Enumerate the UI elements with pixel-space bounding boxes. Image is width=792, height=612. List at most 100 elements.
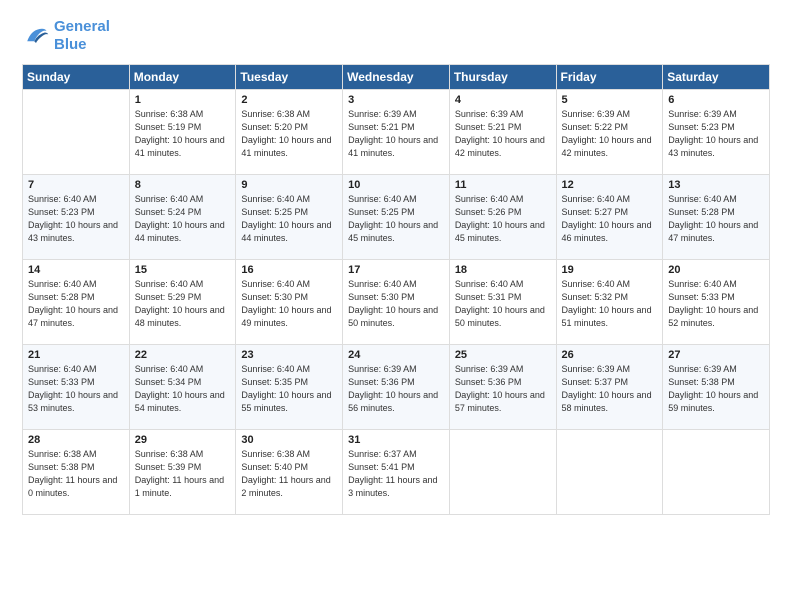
day-info: Sunrise: 6:40 AM Sunset: 5:30 PM Dayligh… [348, 278, 444, 330]
day-number: 12 [562, 179, 658, 191]
day-info: Sunrise: 6:39 AM Sunset: 5:23 PM Dayligh… [668, 108, 764, 160]
day-info: Sunrise: 6:39 AM Sunset: 5:38 PM Dayligh… [668, 363, 764, 415]
day-info: Sunrise: 6:37 AM Sunset: 5:41 PM Dayligh… [348, 448, 444, 500]
day-cell: 18 Sunrise: 6:40 AM Sunset: 5:31 PM Dayli… [449, 260, 556, 345]
day-info: Sunrise: 6:40 AM Sunset: 5:26 PM Dayligh… [455, 193, 551, 245]
day-number: 3 [348, 94, 444, 106]
week-row-3: 14 Sunrise: 6:40 AM Sunset: 5:28 PM Dayli… [23, 260, 770, 345]
day-number: 23 [241, 349, 337, 361]
day-info: Sunrise: 6:40 AM Sunset: 5:24 PM Dayligh… [135, 193, 231, 245]
day-info: Sunrise: 6:40 AM Sunset: 5:34 PM Dayligh… [135, 363, 231, 415]
day-number: 20 [668, 264, 764, 276]
day-info: Sunrise: 6:40 AM Sunset: 5:25 PM Dayligh… [348, 193, 444, 245]
day-number: 19 [562, 264, 658, 276]
day-number: 18 [455, 264, 551, 276]
day-cell: 14 Sunrise: 6:40 AM Sunset: 5:28 PM Dayli… [23, 260, 130, 345]
calendar-table: SundayMondayTuesdayWednesdayThursdayFrid… [22, 64, 770, 515]
day-cell: 22Sunrise: 6:40 AM Sunset: 5:34 PM Dayli… [129, 345, 236, 430]
day-number: 25 [455, 349, 551, 361]
day-cell: 26 Sunrise: 6:39 AM Sunset: 5:37 PM Dayli… [556, 345, 663, 430]
day-cell [23, 90, 130, 175]
day-number: 28 [28, 434, 124, 446]
header-cell-monday: Monday [129, 65, 236, 90]
day-cell: 3 Sunrise: 6:39 AM Sunset: 5:21 PM Daylig… [343, 90, 450, 175]
day-cell: 8Sunrise: 6:40 AM Sunset: 5:24 PM Daylig… [129, 175, 236, 260]
day-number: 2 [241, 94, 337, 106]
day-cell: 5 Sunrise: 6:39 AM Sunset: 5:22 PM Daylig… [556, 90, 663, 175]
day-cell [556, 430, 663, 515]
day-info: Sunrise: 6:39 AM Sunset: 5:21 PM Dayligh… [455, 108, 551, 160]
day-info: Sunrise: 6:40 AM Sunset: 5:25 PM Dayligh… [241, 193, 337, 245]
day-info: Sunrise: 6:40 AM Sunset: 5:28 PM Dayligh… [668, 193, 764, 245]
day-info: Sunrise: 6:39 AM Sunset: 5:37 PM Dayligh… [562, 363, 658, 415]
day-number: 5 [562, 94, 658, 106]
day-info: Sunrise: 6:39 AM Sunset: 5:36 PM Dayligh… [348, 363, 444, 415]
day-info: Sunrise: 6:39 AM Sunset: 5:22 PM Dayligh… [562, 108, 658, 160]
day-info: Sunrise: 6:40 AM Sunset: 5:28 PM Dayligh… [28, 278, 124, 330]
day-cell: 6 Sunrise: 6:39 AM Sunset: 5:23 PM Daylig… [663, 90, 770, 175]
day-number: 14 [28, 264, 124, 276]
day-cell: 15 Sunrise: 6:40 AM Sunset: 5:29 PM Dayli… [129, 260, 236, 345]
day-cell: 1 Sunrise: 6:38 AM Sunset: 5:19 PM Daylig… [129, 90, 236, 175]
day-cell: 29 Sunrise: 6:38 AM Sunset: 5:39 PM Dayli… [129, 430, 236, 515]
day-info: Sunrise: 6:40 AM Sunset: 5:27 PM Dayligh… [562, 193, 658, 245]
page-container: General Blue SundayMondayTuesdayWednesda… [0, 0, 792, 527]
header-cell-saturday: Saturday [663, 65, 770, 90]
day-cell: 13 Sunrise: 6:40 AM Sunset: 5:28 PM Dayli… [663, 175, 770, 260]
day-number: 31 [348, 434, 444, 446]
day-cell: 2 Sunrise: 6:38 AM Sunset: 5:20 PM Daylig… [236, 90, 343, 175]
header-cell-thursday: Thursday [449, 65, 556, 90]
day-info: Sunrise: 6:40 AM Sunset: 5:29 PM Dayligh… [135, 278, 231, 330]
day-cell: 27 Sunrise: 6:39 AM Sunset: 5:38 PM Dayli… [663, 345, 770, 430]
day-info: Sunrise: 6:40 AM Sunset: 5:31 PM Dayligh… [455, 278, 551, 330]
day-info: Sunrise: 6:38 AM Sunset: 5:40 PM Dayligh… [241, 448, 337, 500]
day-cell: 10 Sunrise: 6:40 AM Sunset: 5:25 PM Dayli… [343, 175, 450, 260]
day-cell [449, 430, 556, 515]
day-number: 11 [455, 179, 551, 191]
day-number: 16 [241, 264, 337, 276]
day-info: Sunrise: 6:38 AM Sunset: 5:20 PM Dayligh… [241, 108, 337, 160]
day-number: 9 [241, 179, 337, 191]
day-cell: 11 Sunrise: 6:40 AM Sunset: 5:26 PM Dayli… [449, 175, 556, 260]
day-number: 21 [28, 349, 124, 361]
day-info: Sunrise: 6:40 AM Sunset: 5:32 PM Dayligh… [562, 278, 658, 330]
day-number: 24 [348, 349, 444, 361]
day-number: 10 [348, 179, 444, 191]
week-row-2: 7Sunrise: 6:40 AM Sunset: 5:23 PM Daylig… [23, 175, 770, 260]
header-cell-tuesday: Tuesday [236, 65, 343, 90]
header-cell-sunday: Sunday [23, 65, 130, 90]
day-number: 7 [28, 179, 124, 191]
header-cell-wednesday: Wednesday [343, 65, 450, 90]
day-number: 30 [241, 434, 337, 446]
day-info: Sunrise: 6:38 AM Sunset: 5:39 PM Dayligh… [135, 448, 231, 500]
day-cell: 23 Sunrise: 6:40 AM Sunset: 5:35 PM Dayli… [236, 345, 343, 430]
day-cell: 12 Sunrise: 6:40 AM Sunset: 5:27 PM Dayli… [556, 175, 663, 260]
day-cell: 24 Sunrise: 6:39 AM Sunset: 5:36 PM Dayli… [343, 345, 450, 430]
header-row: SundayMondayTuesdayWednesdayThursdayFrid… [23, 65, 770, 90]
day-number: 29 [135, 434, 231, 446]
day-info: Sunrise: 6:40 AM Sunset: 5:33 PM Dayligh… [28, 363, 124, 415]
day-number: 26 [562, 349, 658, 361]
day-info: Sunrise: 6:40 AM Sunset: 5:35 PM Dayligh… [241, 363, 337, 415]
week-row-4: 21 Sunrise: 6:40 AM Sunset: 5:33 PM Dayli… [23, 345, 770, 430]
day-cell: 20 Sunrise: 6:40 AM Sunset: 5:33 PM Dayli… [663, 260, 770, 345]
day-info: Sunrise: 6:40 AM Sunset: 5:33 PM Dayligh… [668, 278, 764, 330]
day-cell: 17Sunrise: 6:40 AM Sunset: 5:30 PM Dayli… [343, 260, 450, 345]
day-cell: 31 Sunrise: 6:37 AM Sunset: 5:41 PM Dayli… [343, 430, 450, 515]
day-number: 27 [668, 349, 764, 361]
day-cell: 9 Sunrise: 6:40 AM Sunset: 5:25 PM Daylig… [236, 175, 343, 260]
day-number: 13 [668, 179, 764, 191]
day-info: Sunrise: 6:38 AM Sunset: 5:19 PM Dayligh… [135, 108, 231, 160]
day-info: Sunrise: 6:39 AM Sunset: 5:21 PM Dayligh… [348, 108, 444, 160]
day-number: 6 [668, 94, 764, 106]
day-number: 15 [135, 264, 231, 276]
day-info: Sunrise: 6:39 AM Sunset: 5:36 PM Dayligh… [455, 363, 551, 415]
day-info: Sunrise: 6:40 AM Sunset: 5:30 PM Dayligh… [241, 278, 337, 330]
day-cell: 30 Sunrise: 6:38 AM Sunset: 5:40 PM Dayli… [236, 430, 343, 515]
week-row-5: 28Sunrise: 6:38 AM Sunset: 5:38 PM Dayli… [23, 430, 770, 515]
day-number: 1 [135, 94, 231, 106]
day-cell [663, 430, 770, 515]
day-cell: 7Sunrise: 6:40 AM Sunset: 5:23 PM Daylig… [23, 175, 130, 260]
week-row-1: 1 Sunrise: 6:38 AM Sunset: 5:19 PM Daylig… [23, 90, 770, 175]
logo-icon [22, 22, 50, 50]
